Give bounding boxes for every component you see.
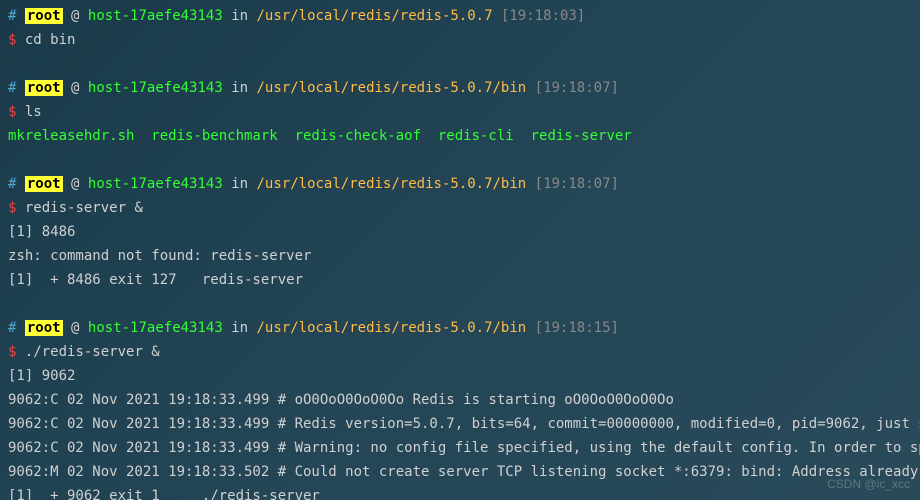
cwd: /usr/local/redis/redis-5.0.7/bin (257, 176, 527, 192)
command-line: $ ls (8, 100, 912, 124)
output-line: [1] 8486 (8, 220, 912, 244)
command-line: $ ./redis-server & (8, 340, 912, 364)
hostname: host-17aefe43143 (88, 320, 223, 336)
output-line: [1] + 8486 exit 127 redis-server (8, 268, 912, 292)
in-word: in (231, 80, 248, 96)
timestamp: [19:18:03] (501, 8, 585, 24)
blank-line (8, 292, 912, 316)
cwd: /usr/local/redis/redis-5.0.7/bin (257, 80, 527, 96)
prompt-line: # root @ host-17aefe43143 in /usr/local/… (8, 172, 912, 196)
hostname: host-17aefe43143 (88, 176, 223, 192)
output-line: 9062:C 02 Nov 2021 19:18:33.499 # oO0OoO… (8, 388, 912, 412)
user: root (25, 320, 63, 336)
output-line: 9062:C 02 Nov 2021 19:18:33.499 # Redis … (8, 412, 912, 436)
command-text: ls (25, 104, 42, 120)
at-symbol: @ (71, 176, 79, 192)
command-line: $ cd bin (8, 28, 912, 52)
prompt-line: # root @ host-17aefe43143 in /usr/local/… (8, 4, 912, 28)
command-text: cd bin (25, 32, 76, 48)
prompt-symbol: $ (8, 104, 16, 120)
hash-symbol: # (8, 8, 16, 24)
user: root (25, 176, 63, 192)
hostname: host-17aefe43143 (88, 8, 223, 24)
command-text: ./redis-server & (25, 344, 160, 360)
command-line: $ redis-server & (8, 196, 912, 220)
user: root (25, 8, 63, 24)
ls-output-text: mkreleasehdr.sh redis-benchmark redis-ch… (8, 128, 632, 144)
ls-output: mkreleasehdr.sh redis-benchmark redis-ch… (8, 124, 912, 148)
cwd: /usr/local/redis/redis-5.0.7/bin (257, 320, 527, 336)
prompt-line: # root @ host-17aefe43143 in /usr/local/… (8, 316, 912, 340)
terminal[interactable]: # root @ host-17aefe43143 in /usr/local/… (8, 4, 912, 500)
timestamp: [19:18:07] (535, 80, 619, 96)
hash-symbol: # (8, 176, 16, 192)
hash-symbol: # (8, 80, 16, 96)
in-word: in (231, 176, 248, 192)
prompt-symbol: $ (8, 200, 16, 216)
at-symbol: @ (71, 80, 79, 96)
blank-line (8, 52, 912, 76)
watermark: CSDN @ic_xcc (827, 472, 910, 496)
prompt-symbol: $ (8, 344, 16, 360)
user: root (25, 80, 63, 96)
hostname: host-17aefe43143 (88, 80, 223, 96)
output-line: [1] 9062 (8, 364, 912, 388)
prompt-line: # root @ host-17aefe43143 in /usr/local/… (8, 76, 912, 100)
timestamp: [19:18:07] (535, 176, 619, 192)
at-symbol: @ (71, 8, 79, 24)
timestamp: [19:18:15] (535, 320, 619, 336)
output-line: 9062:M 02 Nov 2021 19:18:33.502 # Could … (8, 460, 912, 484)
output-line: [1] + 9062 exit 1 ./redis-server (8, 484, 912, 500)
at-symbol: @ (71, 320, 79, 336)
prompt-symbol: $ (8, 32, 16, 48)
command-text: redis-server & (25, 200, 143, 216)
cwd: /usr/local/redis/redis-5.0.7 (257, 8, 493, 24)
output-line: zsh: command not found: redis-server (8, 244, 912, 268)
in-word: in (231, 320, 248, 336)
output-line: 9062:C 02 Nov 2021 19:18:33.499 # Warnin… (8, 436, 912, 460)
blank-line (8, 148, 912, 172)
in-word: in (231, 8, 248, 24)
hash-symbol: # (8, 320, 16, 336)
